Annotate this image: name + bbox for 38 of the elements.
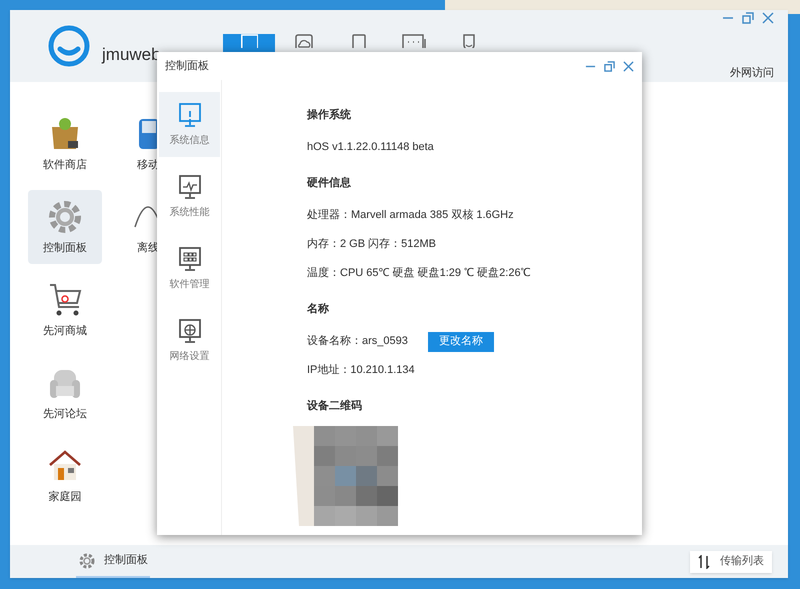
- taskbar-item[interactable]: 控制面板: [76, 545, 150, 578]
- app-launcher[interactable]: 先河论坛: [28, 356, 102, 430]
- monitor-icon: [176, 102, 202, 128]
- phone-icon: [352, 34, 366, 48]
- monitor-icon: [240, 34, 258, 48]
- gear-icon: [78, 552, 96, 570]
- info-text: 温度：CPU 65℃ 硬盘 硬盘1:29 ℃ 硬盘2:26℃: [307, 266, 532, 281]
- close-icon[interactable]: [762, 12, 774, 24]
- app-launcher[interactable]: 先河商城: [28, 273, 102, 347]
- info-text: IP地址：10.210.1.134: [307, 363, 416, 378]
- app-launcher[interactable]: 家庭园: [28, 439, 102, 513]
- section-heading: 名称: [307, 302, 330, 317]
- logo-icon: [48, 25, 90, 67]
- info-text: 处理器：Marvell armada 385 双核 1.6GHz: [307, 208, 515, 223]
- monitor-icon: [176, 246, 202, 272]
- close-icon[interactable]: [623, 60, 634, 72]
- cloud-icon: [295, 34, 313, 48]
- nav-tab[interactable]: 软件管理: [159, 236, 220, 301]
- restore-icon[interactable]: [742, 12, 754, 24]
- app-launcher[interactable]: 控制面板: [28, 190, 102, 264]
- nav-tab[interactable]: 网络设置: [159, 308, 220, 373]
- info-text: 内存：2 GB 闪存：512MB: [307, 237, 437, 252]
- section-heading: 操作系统: [307, 108, 352, 123]
- monitor-icon: [176, 318, 202, 344]
- dialog-title: 控制面板: [165, 58, 209, 74]
- transfer-icon: [698, 554, 710, 568]
- restore-icon[interactable]: [604, 60, 615, 72]
- info-text: hOS v1.1.22.0.11148 beta: [307, 140, 435, 155]
- section-heading: 设备二维码: [307, 398, 363, 414]
- nav-tab[interactable]: 系统信息: [159, 92, 220, 157]
- section-heading: 硬件信息: [307, 176, 352, 191]
- external-access-link[interactable]: 外网访问: [730, 65, 774, 82]
- monitor-icon: [176, 174, 202, 200]
- nav-tab[interactable]: 系统性能: [159, 164, 220, 229]
- transfer-list-button[interactable]: 传输列表: [690, 550, 772, 572]
- rename-button[interactable]: 更改名称: [428, 332, 494, 352]
- device-name-text: 设备名称：ars_0593: [307, 334, 408, 350]
- app-launcher[interactable]: 软件商店: [28, 107, 102, 181]
